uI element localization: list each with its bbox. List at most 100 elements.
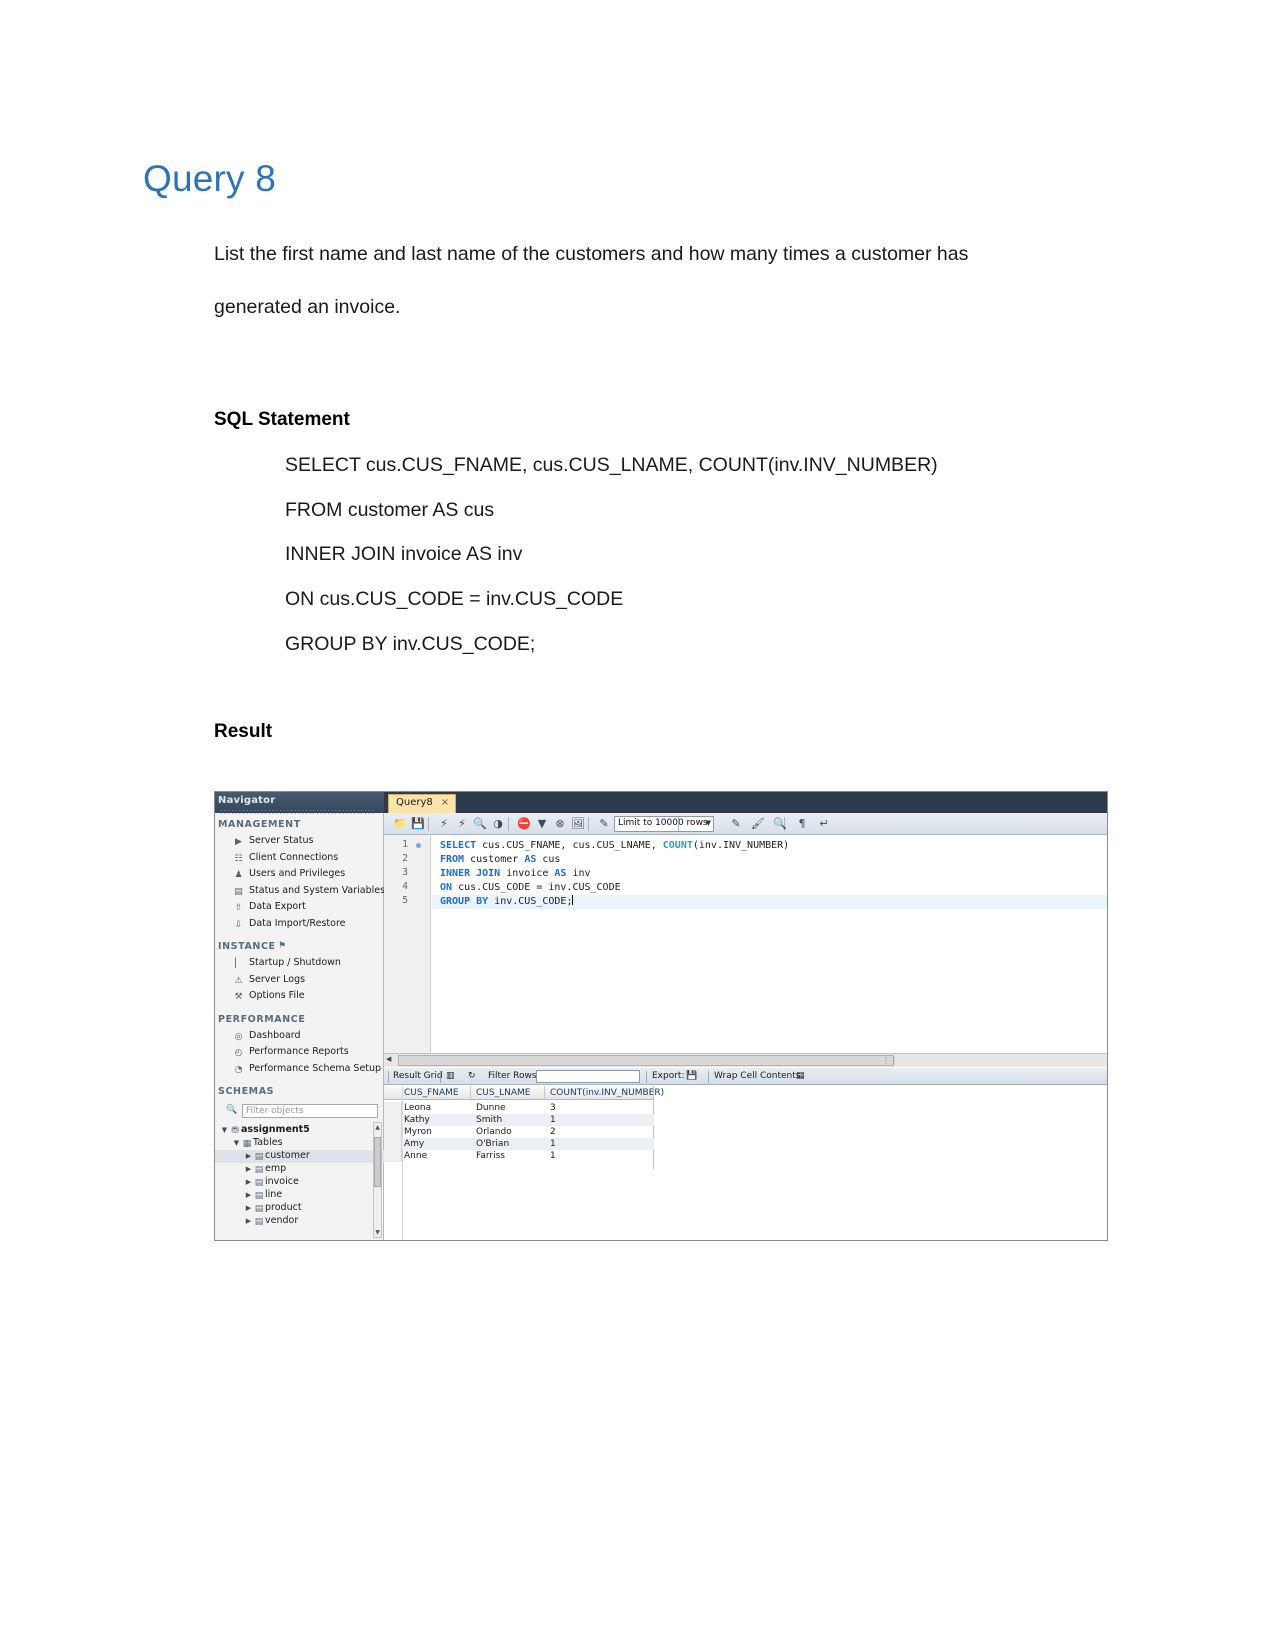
toggle-invisible-icon[interactable]: ¶ bbox=[794, 816, 810, 832]
navigator-item-users-and-privileges[interactable]: ♟ Users and Privileges bbox=[232, 868, 345, 880]
filter-rows-input[interactable] bbox=[536, 1070, 640, 1083]
table-cell[interactable]: Smith bbox=[476, 1115, 502, 1125]
beautify-icon[interactable]: ✎ bbox=[728, 816, 744, 832]
chevron-right-icon[interactable]: ▶ bbox=[244, 1191, 253, 1199]
table-cell[interactable]: Amy bbox=[404, 1139, 424, 1149]
code-line-1[interactable]: SELECT cus.CUS_FNAME, cus.CUS_LNAME, COU… bbox=[440, 839, 789, 853]
sql-code-editor[interactable]: SELECT cus.CUS_FNAME, cus.CUS_LNAME, COU… bbox=[432, 835, 1108, 1053]
table-cell[interactable]: 1 bbox=[550, 1139, 556, 1149]
table-cell[interactable]: Leona bbox=[404, 1103, 431, 1113]
row-selector[interactable] bbox=[384, 1138, 402, 1150]
navigator-item-status-and-system-variables[interactable]: ▤ Status and System Variables bbox=[232, 885, 385, 897]
column-header-cus-fname[interactable]: CUS_FNAME bbox=[404, 1088, 459, 1098]
table-row[interactable]: Leona Dunne 3 bbox=[384, 1102, 654, 1114]
open-file-icon[interactable]: 📁 bbox=[392, 816, 408, 832]
explain-icon[interactable]: 🔍 bbox=[472, 816, 488, 832]
stop-icon[interactable]: ⊗ bbox=[552, 816, 568, 832]
navigator-item-options-file[interactable]: ⚒ Options File bbox=[232, 990, 304, 1002]
table-cell[interactable]: 1 bbox=[550, 1151, 556, 1161]
scroll-up-arrow[interactable]: ▲ bbox=[374, 1124, 381, 1131]
column-divider[interactable] bbox=[470, 1086, 471, 1100]
navigator-item-dashboard[interactable]: ◎ Dashboard bbox=[232, 1030, 301, 1042]
table-cell[interactable]: Myron bbox=[404, 1127, 432, 1137]
scroll-left-arrow[interactable]: ◀ bbox=[386, 1055, 391, 1063]
table-row[interactable]: Myron Orlando 2 bbox=[384, 1126, 654, 1138]
continue-icon[interactable]: ▼ bbox=[534, 816, 550, 832]
tree-item-emp[interactable]: ▶ ▤ emp bbox=[214, 1163, 384, 1176]
scroll-down-arrow[interactable]: ▼ bbox=[374, 1229, 381, 1236]
scrollbar-thumb[interactable] bbox=[374, 1137, 381, 1187]
navigator-item-data-import-restore[interactable]: ⇩ Data Import/Restore bbox=[232, 918, 346, 930]
wrap-lines-icon[interactable]: ↵ bbox=[816, 816, 832, 832]
navigator-item-client-connections[interactable]: ☷ Client Connections bbox=[232, 852, 338, 864]
tree-item-vendor[interactable]: ▶ ▤ vendor bbox=[214, 1215, 384, 1228]
find-icon[interactable]: 🖌 bbox=[750, 816, 766, 832]
chevron-right-icon[interactable]: ▶ bbox=[244, 1217, 253, 1225]
tree-scrollbar[interactable]: ▲ ▼ bbox=[373, 1122, 382, 1238]
tree-item-line[interactable]: ▶ ▤ line bbox=[214, 1189, 384, 1202]
table-row[interactable]: Kathy Smith 1 bbox=[384, 1114, 654, 1126]
tree-item-customer[interactable]: ▶ ▤ customer bbox=[214, 1150, 384, 1163]
search-icon[interactable]: 🔍 bbox=[772, 816, 788, 832]
export-icon[interactable]: 💾 bbox=[686, 1071, 697, 1081]
refresh-results-icon[interactable]: ↻ bbox=[468, 1071, 476, 1081]
execute-icon[interactable]: ⚡ bbox=[436, 816, 452, 832]
table-cell[interactable]: Farriss bbox=[476, 1151, 505, 1161]
tab-query8[interactable]: Query8 × bbox=[388, 794, 457, 813]
column-header-count-inv-inv-number-[interactable]: COUNT(inv.INV_NUMBER) bbox=[550, 1088, 664, 1098]
close-icon[interactable]: × bbox=[441, 797, 449, 808]
navigator-item-performance-reports[interactable]: ◴ Performance Reports bbox=[232, 1046, 349, 1058]
chevron-down-icon[interactable]: ▼ bbox=[232, 1139, 241, 1147]
toggle-breakpoint-icon[interactable]: ⛔ bbox=[516, 816, 532, 832]
row-selector[interactable] bbox=[384, 1126, 402, 1138]
wrap-cell-icon[interactable]: ▤ bbox=[796, 1071, 805, 1081]
code-line-2[interactable]: FROM customer AS cus bbox=[440, 853, 560, 867]
column-header-cus-lname[interactable]: CUS_LNAME bbox=[476, 1088, 530, 1098]
navigator-item-server-logs[interactable]: ⚠ Server Logs bbox=[232, 974, 305, 986]
navigator-item-performance-schema-setup[interactable]: ◔ Performance Schema Setup bbox=[232, 1063, 382, 1075]
chevron-down-icon[interactable]: ▼ bbox=[220, 1126, 229, 1134]
splitter-grip[interactable]: ⋮⋮ bbox=[882, 1056, 898, 1065]
stop-on-error-icon[interactable]: ◑ bbox=[490, 816, 506, 832]
row-selector[interactable] bbox=[384, 1102, 402, 1114]
limit-rows-select[interactable]: Limit to 10000 rows ▼ bbox=[614, 816, 714, 832]
schema-tree[interactable]: ▼ ⛃ assignment5 ▼ ▦ Tables ▶ ▤ customer ▶ ▤ emp ▶ ▤ in… bbox=[214, 1124, 384, 1228]
table-cell[interactable]: O'Brian bbox=[476, 1139, 509, 1149]
chevron-right-icon[interactable]: ▶ bbox=[244, 1204, 253, 1212]
beautify-icon[interactable]: ✎ bbox=[596, 816, 612, 832]
chevron-down-icon[interactable]: ▼ bbox=[706, 819, 711, 827]
tree-item-tables[interactable]: ▼ ▦ Tables bbox=[214, 1137, 384, 1150]
chevron-right-icon[interactable]: ▶ bbox=[244, 1178, 253, 1186]
table-cell[interactable]: 1 bbox=[550, 1115, 556, 1125]
table-cell[interactable]: 2 bbox=[550, 1127, 556, 1137]
table-cell[interactable]: Anne bbox=[404, 1151, 427, 1161]
code-line-5[interactable]: GROUP BY inv.CUS_CODE; bbox=[432, 895, 1108, 909]
navigator-item-server-status[interactable]: ▶ Server Status bbox=[232, 835, 313, 847]
filter-objects-input[interactable]: Filter objects bbox=[242, 1104, 378, 1118]
row-selector[interactable] bbox=[384, 1150, 402, 1162]
code-line-3[interactable]: INNER JOIN invoice AS inv bbox=[440, 867, 591, 881]
schema-filter[interactable]: 🔍 Filter objects bbox=[222, 1104, 378, 1119]
grid-view-icon[interactable]: ▥ bbox=[446, 1071, 455, 1081]
execute-current-icon[interactable]: ⚡ bbox=[454, 816, 470, 832]
table-cell[interactable]: 3 bbox=[550, 1103, 556, 1113]
navigator-item-startup-shutdown[interactable]: ▏ Startup / Shutdown bbox=[232, 957, 341, 969]
tree-item-assignment5[interactable]: ▼ ⛃ assignment5 bbox=[214, 1124, 384, 1137]
tree-item-product[interactable]: ▶ ▤ product bbox=[214, 1202, 384, 1215]
row-selector[interactable] bbox=[384, 1114, 402, 1126]
tree-item-invoice[interactable]: ▶ ▤ invoice bbox=[214, 1176, 384, 1189]
editor-horizontal-scrollbar[interactable]: ◀ ⋮⋮ bbox=[384, 1053, 1108, 1067]
code-line-4[interactable]: ON cus.CUS_CODE = inv.CUS_CODE bbox=[440, 881, 621, 895]
table-row[interactable]: Amy O'Brian 1 bbox=[384, 1138, 654, 1150]
save-file-icon[interactable]: 💾 bbox=[410, 816, 426, 832]
instance-icon[interactable]: ⚑ bbox=[278, 941, 287, 951]
scrollbar-track[interactable] bbox=[398, 1055, 894, 1066]
result-grid[interactable]: CUS_FNAME CUS_LNAME COUNT(inv.INV_NUMBER) … bbox=[384, 1086, 1108, 1241]
chevron-right-icon[interactable]: ▶ bbox=[244, 1165, 253, 1173]
table-cell[interactable]: Orlando bbox=[476, 1127, 512, 1137]
table-cell[interactable]: Dunne bbox=[476, 1103, 506, 1113]
table-row[interactable]: Anne Farriss 1 bbox=[384, 1150, 654, 1162]
chevron-right-icon[interactable]: ▶ bbox=[244, 1152, 253, 1160]
navigator-item-data-export[interactable]: ⇧ Data Export bbox=[232, 901, 306, 913]
table-cell[interactable]: Kathy bbox=[404, 1115, 430, 1125]
